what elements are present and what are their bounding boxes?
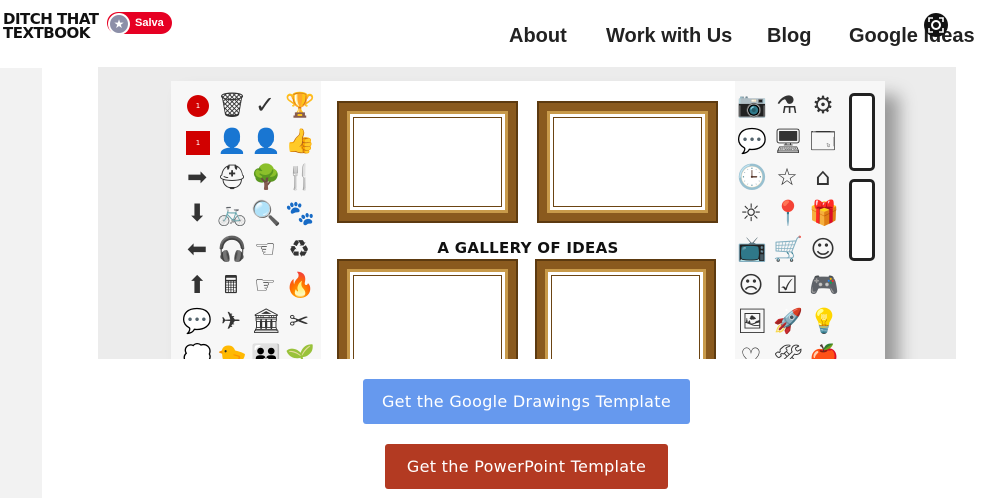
rocket-icon: 🚀 (773, 307, 803, 335)
picture-frame (339, 261, 516, 359)
nav-google-ideas[interactable]: Google Ideas (849, 25, 975, 48)
fire-icon: 🔥 (285, 271, 315, 299)
cart-icon: 🛒 (773, 235, 803, 263)
paw-icon: 🐾 (285, 199, 315, 227)
site-logo[interactable]: DITCH THAT TEXTBOOK (3, 12, 99, 42)
google-drawings-template-button[interactable]: Get the Google Drawings Template (363, 379, 690, 424)
image-icon: 🖼 (737, 307, 768, 335)
blank-card-shape (849, 179, 875, 261)
headset-icon: 🎧 (217, 235, 247, 263)
camera-icon: 📷 (737, 91, 767, 119)
sad-face-icon: ☹ (738, 271, 764, 299)
site-header: DITCH THAT TEXTBOOK Salva ★ About Work w… (0, 0, 983, 68)
google-lens-icon[interactable] (924, 13, 948, 37)
gallery-template-preview-image[interactable]: 1 1 🗑 ✓ 🏆 👤 👤 👍 ➡ ⛑ 🌳 🍴 ⬇ 🚲 🔍 🐾 ⬅ 🎧 ☜ ♻ … (98, 67, 956, 359)
gear-icon: ⚙ (812, 91, 834, 119)
trophy-icon: 🏆 (285, 91, 315, 119)
tree-icon: 🌳 (251, 163, 281, 191)
airplane-icon: ✈ (220, 307, 242, 335)
left-icon-panel: 1 1 🗑 ✓ 🏆 👤 👤 👍 ➡ ⛑ 🌳 🍴 ⬇ 🚲 🔍 🐾 ⬅ 🎧 ☜ ♻ … (171, 81, 321, 359)
picture-frame (339, 103, 516, 221)
clock-icon: 🕒 (737, 163, 767, 191)
picture-frame (537, 261, 714, 359)
star-icon: ☆ (776, 163, 798, 191)
calculator-icon: 🖩 (223, 271, 239, 299)
tools-icon: 🛠 (773, 343, 804, 359)
lightbulb-icon: 💡 (809, 307, 839, 335)
speech-bubble-icon: 💬 (182, 307, 212, 335)
plant-icon: 🌱 (285, 343, 315, 359)
powerpoint-template-button[interactable]: Get the PowerPoint Template (385, 444, 668, 489)
smile-icon: ☺ (810, 235, 836, 263)
flask-icon: ⚗ (776, 91, 798, 119)
gamepad-icon: 🎮 (809, 271, 839, 299)
apple-icon: 🍎 (809, 343, 839, 359)
chat-icon: 💬 (737, 127, 767, 155)
monitor-icon: 🖥 (773, 127, 804, 155)
blank-card-shape (849, 93, 875, 171)
logo-line-2: TEXTBOOK (3, 24, 90, 42)
heart-icon: ♡ (740, 343, 762, 359)
magnifier-icon: 🔍 (251, 199, 281, 227)
check-circle-icon: ✓ (254, 91, 276, 119)
arrow-right-icon: ➡ (186, 163, 208, 191)
number-badge-square: 1 (186, 131, 210, 155)
gallery-title: A GALLERY OF IDEAS (437, 239, 619, 257)
picture-frame (539, 103, 716, 221)
duck-icon: 🐤 (217, 343, 247, 359)
tv-icon: 📺 (737, 235, 767, 263)
people-icon: 👪 (251, 343, 281, 359)
nav-about[interactable]: About (509, 25, 567, 48)
left-sidebar-strip (0, 68, 42, 498)
recycle-icon: ♻ (288, 235, 310, 263)
window-icon: 🗔 (809, 127, 837, 155)
user-icon: 👤 (217, 127, 247, 155)
edit-check-icon: ☑ (776, 271, 798, 299)
template-slide: 1 1 🗑 ✓ 🏆 👤 👤 👍 ➡ ⛑ 🌳 🍴 ⬇ 🚲 🔍 🐾 ⬅ 🎧 ☜ ♻ … (171, 81, 885, 359)
sun-icon: ☼ (740, 199, 762, 227)
helmet-icon: ⛑ (217, 163, 248, 191)
arrow-down-icon: ⬇ (186, 199, 208, 227)
scissors-icon: ✂ (288, 307, 310, 335)
home-icon: ⌂ (815, 163, 831, 191)
pointing-hand-icon: ☞ (254, 271, 276, 299)
thumbs-up-icon: 👍 (285, 127, 315, 155)
arrow-up-icon: ⬆ (186, 271, 208, 299)
thought-bubble-icon: 💭 (182, 343, 212, 359)
right-icon-panel: 📷 ⚗ ⚙ 💬 🖥 🗔 🕒 ☆ ⌂ ☼ 📍 🎁 📺 🛒 ☺ ☹ ☑ 🎮 🖼 🚀 … (735, 81, 885, 359)
arrow-left-icon: ⬅ (186, 235, 208, 263)
trash-icon: 🗑 (217, 91, 248, 119)
nav-blog[interactable]: Blog (767, 25, 811, 48)
bicycle-icon: 🚲 (217, 199, 247, 227)
number-badge-circle: 1 (187, 95, 209, 117)
pointing-hand-icon: ☜ (254, 235, 276, 263)
nav-work-with-us[interactable]: Work with Us (606, 25, 732, 48)
utensils-icon: 🍴 (285, 163, 315, 191)
bank-icon: 🏛 (251, 307, 282, 335)
user-icon: 👤 (251, 127, 281, 155)
star-icon: ★ (108, 13, 130, 35)
map-pin-icon: 📍 (773, 199, 803, 227)
gift-icon: 🎁 (809, 199, 839, 227)
